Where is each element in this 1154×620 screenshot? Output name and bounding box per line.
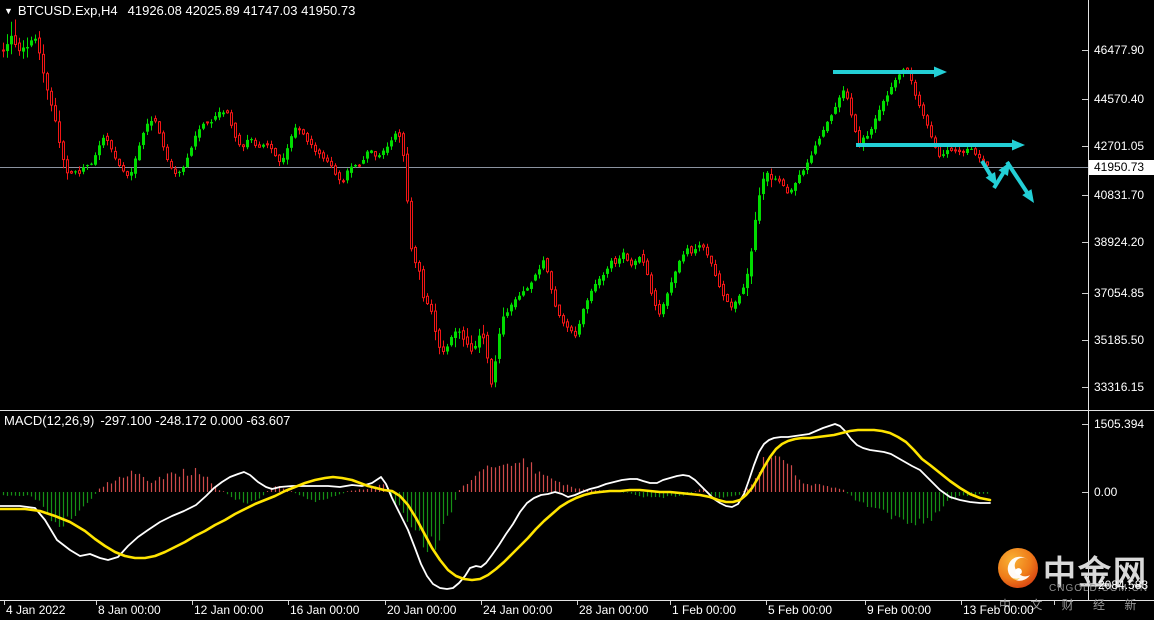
price-axis-label: 0.00 <box>1094 485 1118 499</box>
time-axis-label: 8 Jan 00:00 <box>98 603 161 617</box>
price-axis-tick <box>1082 195 1088 196</box>
macd-label: MACD(12,26,9) <box>4 413 95 428</box>
time-axis-tick <box>766 601 767 605</box>
time-axis-label: 9 Feb 00:00 <box>867 603 932 617</box>
chart-title: ▼ BTCUSD.Exp,H4 41926.08 42025.89 41747.03… <box>4 3 355 18</box>
price-axis-tick <box>1082 340 1088 341</box>
macd-values: -297.100 -248.172 0.000 -63.607 <box>100 413 291 428</box>
time-axis-tick <box>961 601 962 605</box>
price-axis-tick <box>1082 424 1088 425</box>
time-axis-label: 20 Jan 00:00 <box>387 603 457 617</box>
mt4-chart-window: ▼ BTCUSD.Exp,H4 41926.08 42025.89 41747.03… <box>0 0 1154 620</box>
price-axis-label: 33316.15 <box>1094 380 1145 394</box>
time-axis-tick <box>385 601 386 605</box>
price-axis-label: 40831.70 <box>1094 188 1145 202</box>
candlestick-chart-canvas[interactable] <box>0 0 1154 620</box>
price-axis-tick <box>1082 99 1088 100</box>
time-axis-tick <box>865 601 866 605</box>
time-axis-tick <box>577 601 578 605</box>
time-axis-tick <box>670 601 671 605</box>
time-axis-label: 1 Feb 00:00 <box>672 603 737 617</box>
time-axis-label: 28 Jan 00:00 <box>579 603 649 617</box>
time-axis-tick <box>96 601 97 605</box>
time-axis-tick <box>288 601 289 605</box>
symbol-timeframe-label: BTCUSD.Exp,H4 <box>17 3 118 18</box>
price-axis-separator <box>1088 0 1089 600</box>
price-axis-tick <box>1082 293 1088 294</box>
time-axis-label: 13 Feb 00:00 <box>963 603 1034 617</box>
price-axis-label: 38924.20 <box>1094 235 1145 249</box>
current-price-tag: 41950.73 <box>1089 160 1154 175</box>
price-axis-label: 46477.90 <box>1094 43 1145 57</box>
price-axis-label: -2084.583 <box>1094 578 1149 592</box>
price-axis-label: 44570.40 <box>1094 92 1145 106</box>
time-axis-label: 12 Jan 00:00 <box>194 603 264 617</box>
time-axis-label: 16 Jan 00:00 <box>290 603 360 617</box>
indicator-panel-separator[interactable] <box>0 410 1154 411</box>
time-axis-tick <box>4 601 5 605</box>
time-axis-label: 5 Feb 00:00 <box>768 603 833 617</box>
price-axis-label: 35185.50 <box>1094 333 1145 347</box>
symbol-dropdown-icon[interactable]: ▼ <box>4 6 13 16</box>
price-axis-label: 1505.394 <box>1094 417 1145 431</box>
price-axis-tick <box>1082 492 1088 493</box>
ohlc-values: 41926.08 42025.89 41747.03 41950.73 <box>127 3 356 18</box>
time-axis-label: 24 Jan 00:00 <box>483 603 553 617</box>
price-axis-label: 42701.05 <box>1094 139 1145 153</box>
price-axis-tick <box>1082 146 1088 147</box>
time-axis-tick <box>1054 601 1055 605</box>
time-axis-tick <box>192 601 193 605</box>
price-axis-label: 37054.85 <box>1094 286 1145 300</box>
time-axis-tick <box>481 601 482 605</box>
price-axis-tick <box>1082 242 1088 243</box>
price-axis-tick <box>1082 50 1088 51</box>
price-axis-tick <box>1082 585 1088 586</box>
price-axis-tick <box>1082 387 1088 388</box>
time-axis-label: 4 Jan 2022 <box>6 603 66 617</box>
macd-indicator-caption: MACD(12,26,9) -297.100 -248.172 0.000 -63… <box>4 413 290 428</box>
